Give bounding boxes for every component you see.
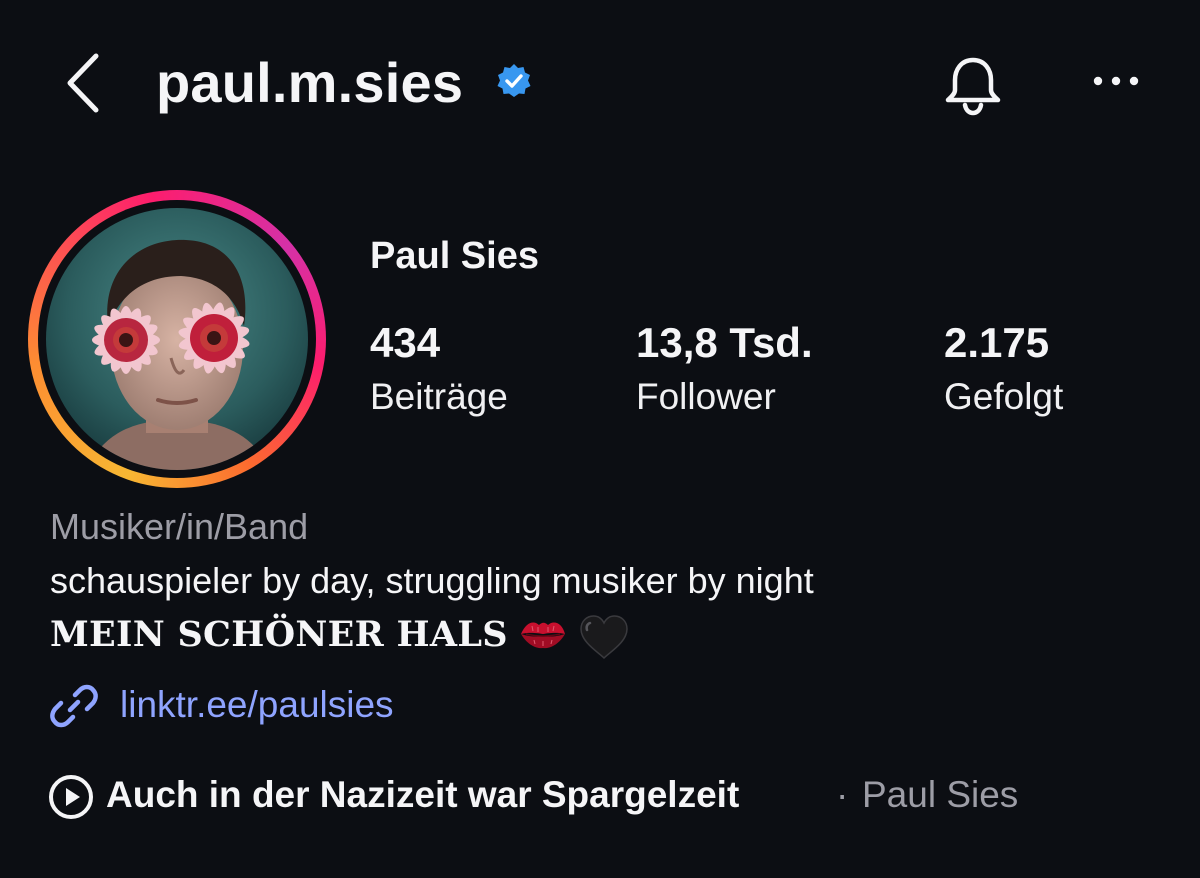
following-label[interactable]: Gefolgt (944, 374, 1063, 420)
external-link[interactable]: linktr.ee/paulsies (120, 682, 394, 728)
profile-username: paul.m.sies (156, 51, 464, 114)
kiss-mark-icon (518, 616, 568, 652)
audio-artist[interactable]: Paul Sies (862, 772, 1018, 818)
chevron-left-icon (67, 53, 99, 113)
more-options-button[interactable] (1090, 66, 1142, 96)
bell-icon (945, 57, 1001, 116)
bio-text-line: schauspieler by day, struggling musiker … (50, 560, 814, 601)
link-icon (48, 680, 100, 732)
followers-label[interactable]: Follower (636, 374, 776, 420)
posts-label: Beiträge (370, 376, 508, 417)
verified-badge-icon (496, 63, 532, 99)
avatar-image (46, 208, 308, 470)
audio-separator: · (836, 774, 849, 815)
audio-title[interactable]: Auch in der Nazizeit war Spargelzeit (106, 772, 739, 818)
play-circle-icon[interactable] (48, 774, 94, 820)
avatar[interactable] (46, 208, 308, 470)
following-count[interactable]: 2.175 (944, 318, 1049, 368)
more-horizontal-icon (1093, 76, 1139, 86)
profile-category: Musiker/in/Band (50, 506, 309, 547)
black-heart-icon (578, 614, 630, 660)
posts-count: 434 (370, 319, 441, 366)
followers-count[interactable]: 13,8 Tsd. (636, 318, 813, 368)
display-name: Paul Sies (370, 235, 539, 277)
notifications-bell-button[interactable] (940, 52, 1006, 118)
back-button[interactable] (60, 50, 108, 116)
bio-text-line: MEIN SCHÖNER HALS (50, 614, 508, 655)
